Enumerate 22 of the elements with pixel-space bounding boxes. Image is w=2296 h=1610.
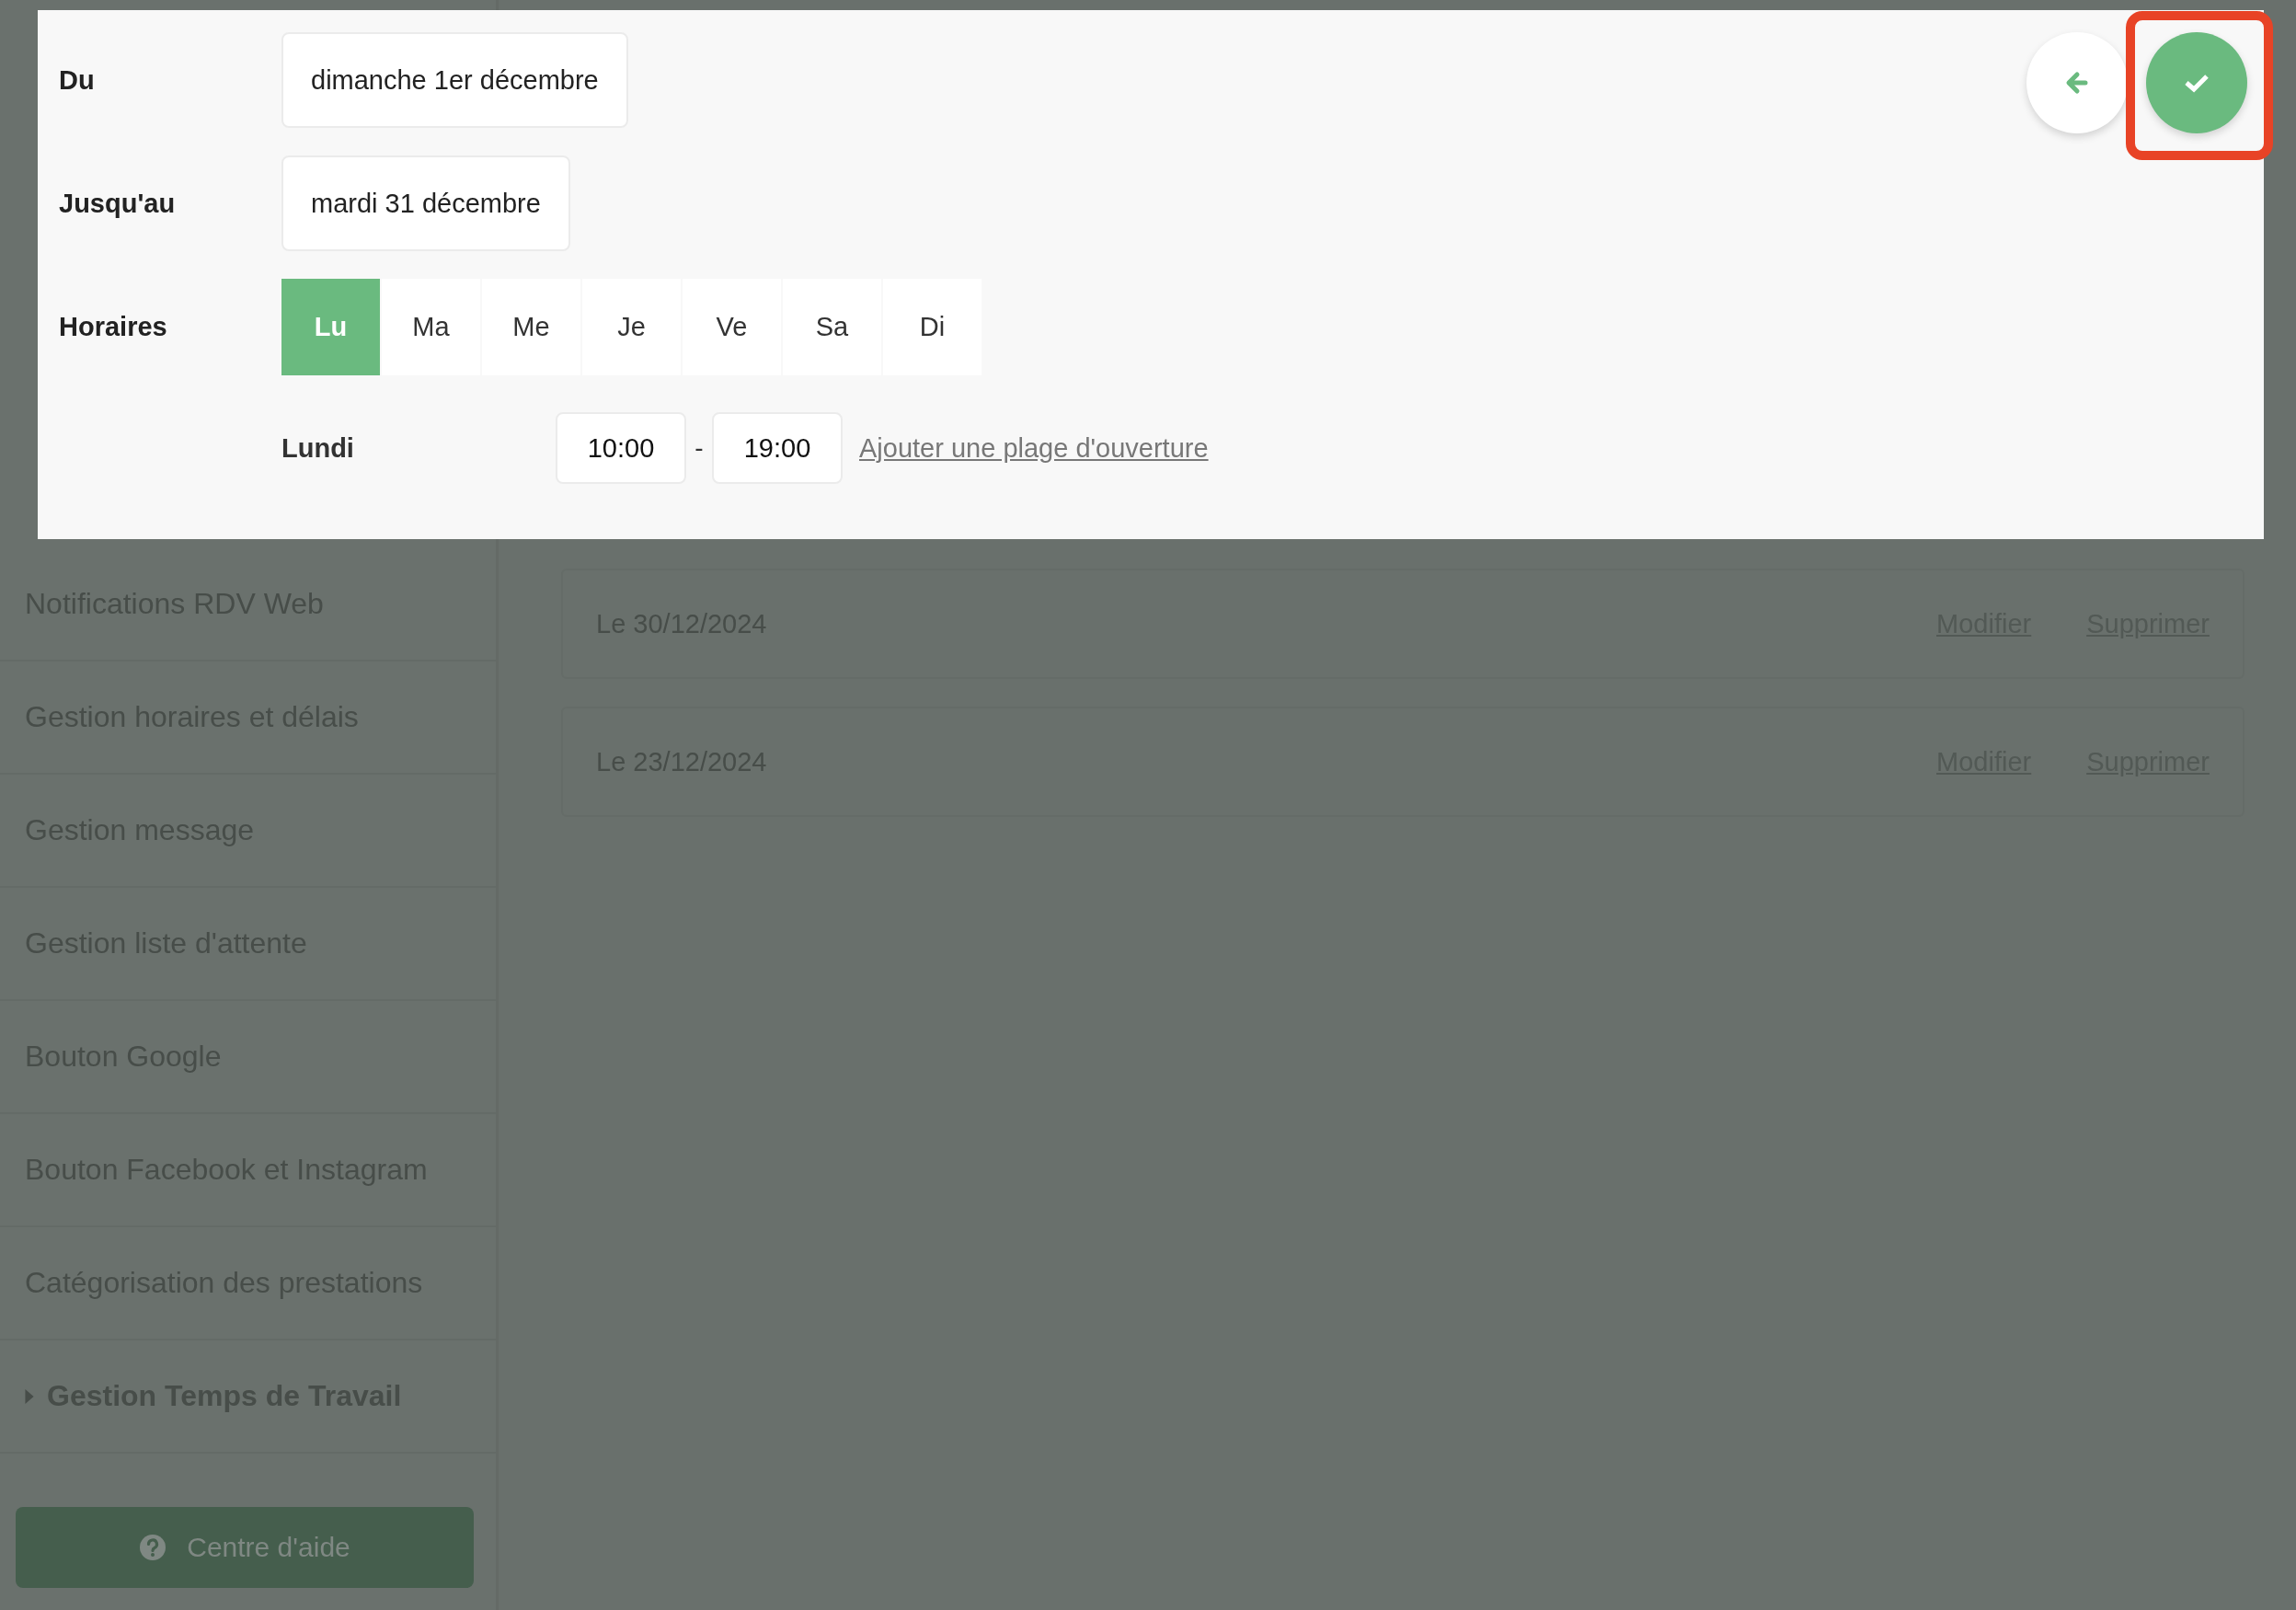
- add-range-link[interactable]: Ajouter une plage d'ouverture: [859, 432, 1209, 464]
- day-tab[interactable]: Sa: [783, 279, 881, 375]
- checkmark-icon: [2184, 73, 2210, 93]
- date-field[interactable]: mardi 31 décembre: [281, 155, 570, 251]
- time-field[interactable]: 19:00: [712, 412, 843, 484]
- day-tab[interactable]: Ve: [683, 279, 781, 375]
- date-field[interactable]: dimanche 1er décembre: [281, 32, 628, 128]
- field-label: Du: [59, 64, 96, 96]
- field-label: Horaires: [59, 312, 168, 342]
- day-tab[interactable]: Lu: [281, 279, 380, 375]
- day-name: Lundi: [281, 432, 355, 464]
- day-tab[interactable]: Je: [582, 279, 681, 375]
- help-center-button[interactable]: Centre d'aide: [16, 1507, 474, 1588]
- day-tab[interactable]: Di: [883, 279, 982, 375]
- field-label: Jusqu'au: [59, 188, 177, 219]
- range-separator: -: [694, 433, 705, 463]
- day-tab[interactable]: Me: [482, 279, 580, 375]
- caret-icon: [25, 1388, 34, 1404]
- arrow-left-icon: [2065, 71, 2089, 95]
- help-icon: [139, 1534, 167, 1561]
- time-field[interactable]: 10:00: [556, 412, 686, 484]
- day-tab[interactable]: Ma: [382, 279, 480, 375]
